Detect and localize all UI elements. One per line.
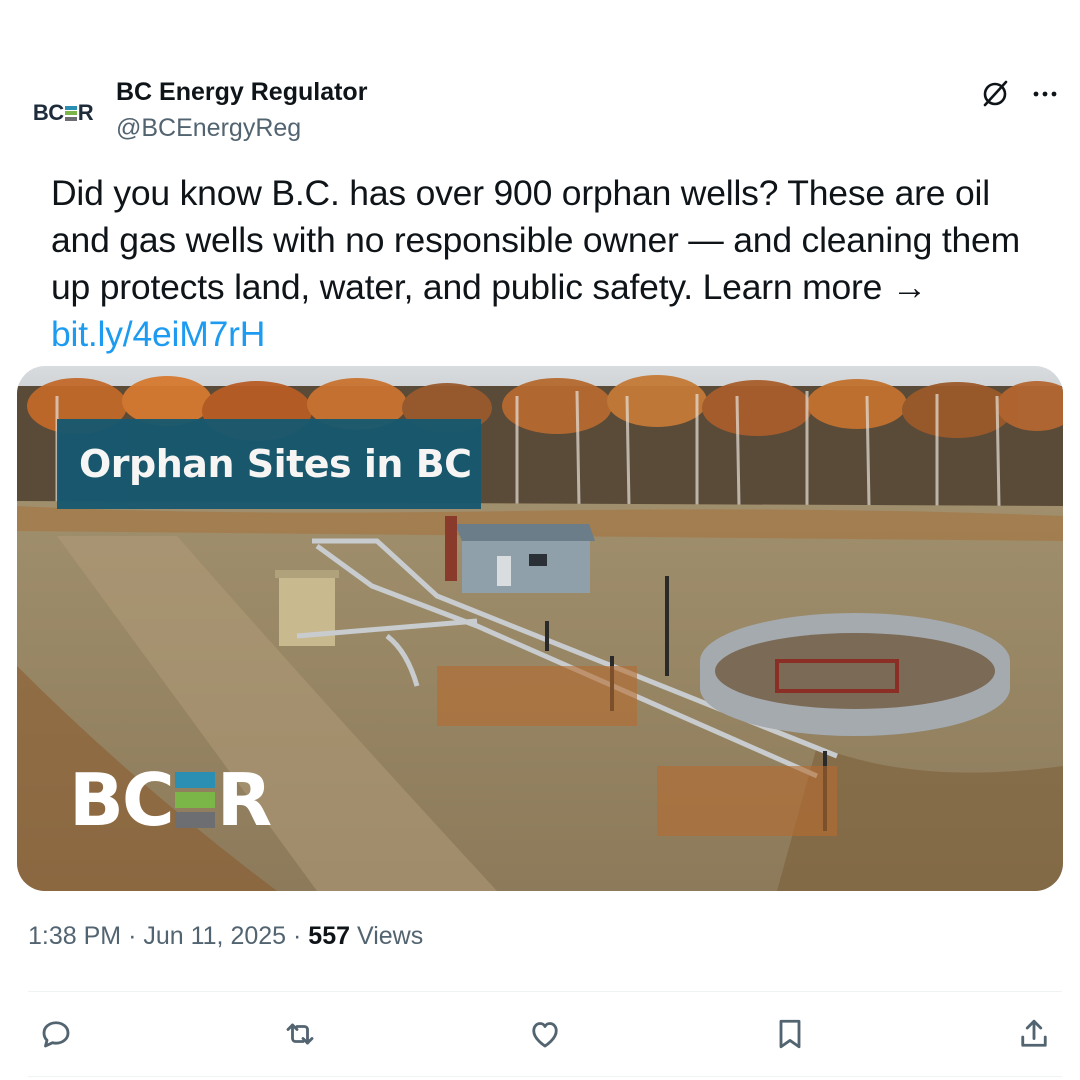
tweet-link[interactable]: bit.ly/4eiM7rH <box>51 314 265 354</box>
tweet-image[interactable]: Orphan Sites in BC BC R <box>17 366 1063 891</box>
share-button[interactable] <box>1014 1014 1054 1054</box>
retweet-button[interactable] <box>280 1014 320 1054</box>
author-name[interactable]: BC Energy Regulator <box>116 78 367 107</box>
retweet-icon <box>286 1023 314 1045</box>
divider <box>28 991 1062 992</box>
share-icon <box>1021 1019 1047 1047</box>
tweet-date[interactable]: Jun 11, 2025 <box>143 922 286 950</box>
tweet-body: Did you know B.C. has over 900 orphan we… <box>51 173 1020 307</box>
reply-icon <box>42 1021 70 1048</box>
bcer-logo: BC R <box>32 100 94 125</box>
more-icon[interactable] <box>1030 80 1060 108</box>
tweet-time[interactable]: 1:38 PM <box>28 922 121 950</box>
grok-icon[interactable] <box>980 78 1010 108</box>
bookmark-button[interactable] <box>770 1014 810 1054</box>
reply-button[interactable] <box>36 1014 76 1054</box>
divider <box>28 1076 1062 1077</box>
tweet-text: Did you know B.C. has over 900 orphan we… <box>51 170 1051 358</box>
banner-text: Orphan Sites in BC <box>79 442 472 486</box>
like-icon <box>532 1022 558 1048</box>
views-count: 557 <box>308 922 351 950</box>
like-button[interactable] <box>525 1014 565 1054</box>
views-label: Views <box>356 922 424 950</box>
bookmark-icon <box>779 1019 801 1049</box>
image-banner: Orphan Sites in BC <box>57 419 481 509</box>
tweet-meta: 1:38 PM · Jun 11, 2025 · 557 Views <box>28 922 424 950</box>
author-handle[interactable]: @BCEnergyReg <box>116 114 301 143</box>
avatar[interactable]: BC R <box>28 78 98 148</box>
bcer-watermark: BC R <box>69 758 272 842</box>
